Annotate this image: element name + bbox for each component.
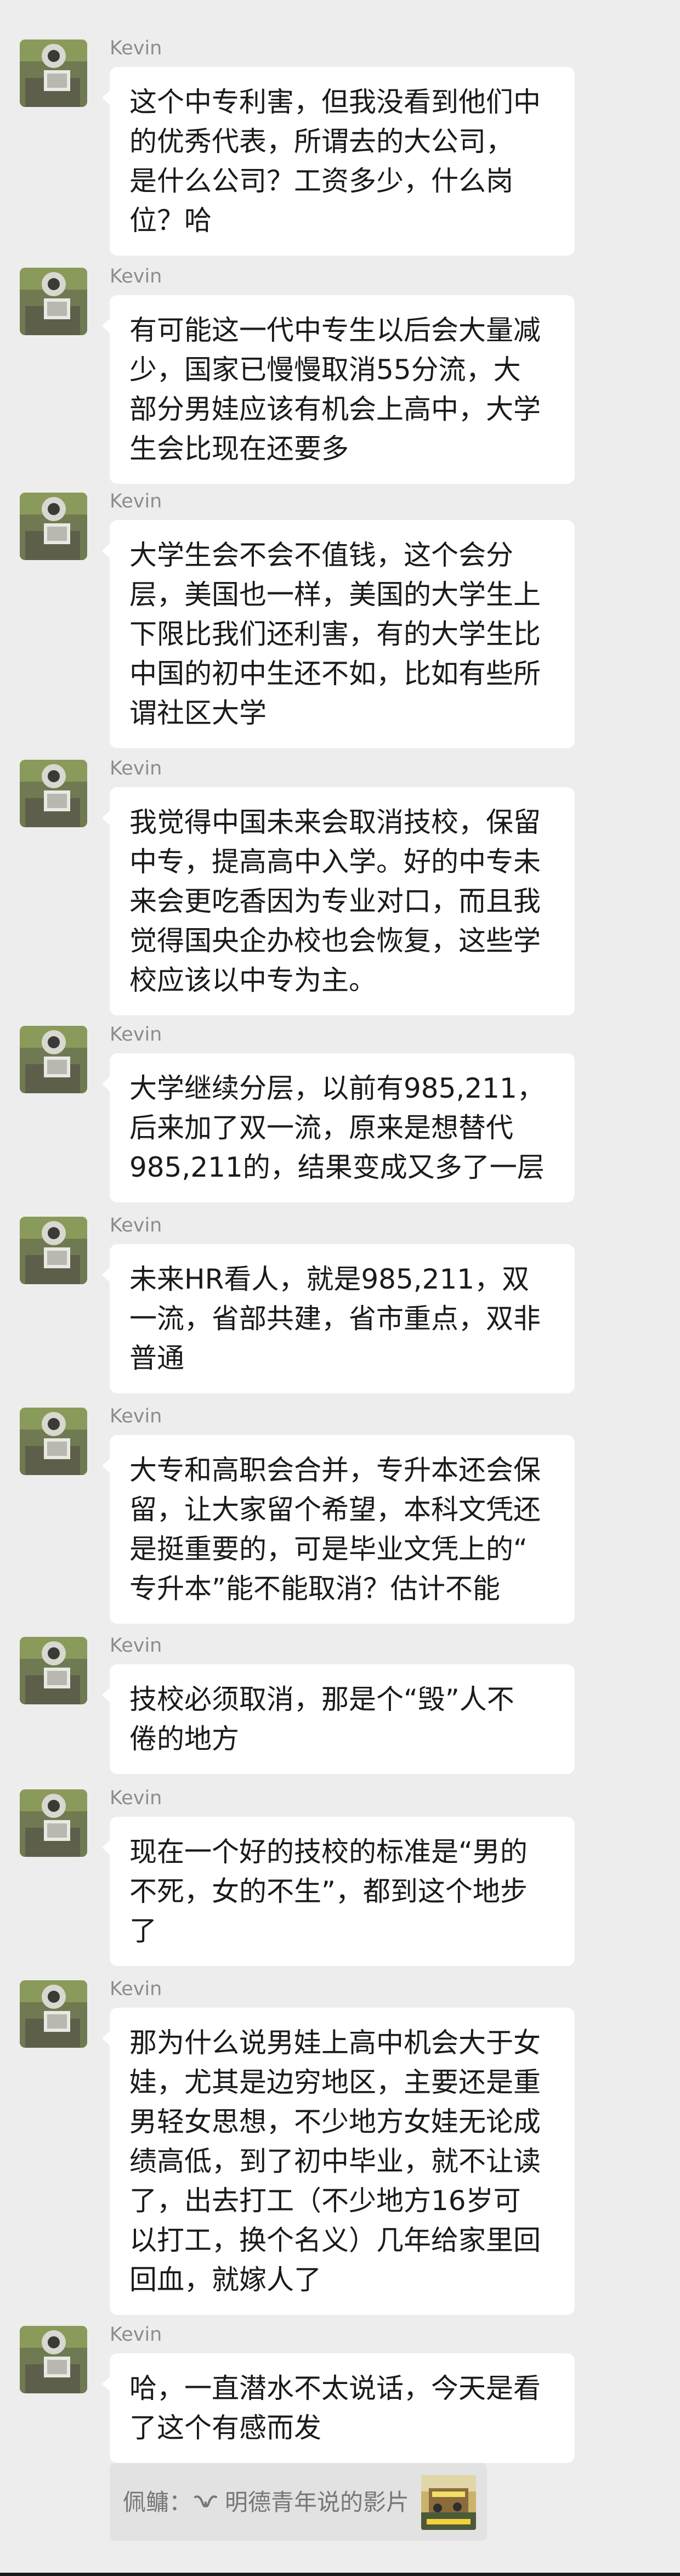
message-bubble[interactable]: 技校必须取消，那是个“毁”人不 倦的地方 xyxy=(102,1664,575,1774)
avatar[interactable] xyxy=(20,1980,87,2048)
sender-name: Kevin xyxy=(110,1214,162,1236)
avatar[interactable] xyxy=(20,1217,87,1284)
message-bubble[interactable]: 大学生会不会不值钱，这个会分 层，美国也一样，美国的大学生上 下限比我们还利害，… xyxy=(102,520,575,748)
sender-name: Kevin xyxy=(110,1635,162,1657)
message-bubble[interactable]: 这个中专利害，但我没看到他们中 的优秀代表，所谓去的大公司， 是什么公司？工资多… xyxy=(102,67,575,256)
sender-name: Kevin xyxy=(110,1978,162,2000)
sender-name: Kevin xyxy=(110,1405,162,1427)
message-bubble[interactable]: 我觉得中国未来会取消技校，保留 中专，提高高中入学。好的中专未 来会更吃香因为专… xyxy=(102,787,575,1015)
avatar[interactable] xyxy=(20,1637,87,1704)
sender-name: Kevin xyxy=(110,265,162,287)
sender-name: Kevin xyxy=(110,2324,162,2346)
avatar[interactable] xyxy=(20,1026,87,1093)
avatar[interactable] xyxy=(20,2326,87,2393)
avatar[interactable] xyxy=(20,1789,87,1857)
message-bubble[interactable]: 哈，一直潜水不太说话，今天是看 了这个有感而发 xyxy=(102,2353,575,2463)
message-bubble[interactable]: 未来HR看人，就是985,211，双 一流，省部共建，省市重点，双非 普通 xyxy=(102,1244,575,1393)
avatar[interactable] xyxy=(20,1408,87,1475)
video-thumbnail[interactable] xyxy=(421,2475,476,2530)
avatar[interactable] xyxy=(20,760,87,827)
avatar[interactable] xyxy=(20,39,87,107)
avatar[interactable] xyxy=(20,493,87,560)
message-bubble[interactable]: 现在一个好的技校的标准是“男的 不死，女的不生”，都到这个地步 了 xyxy=(102,1817,575,1966)
wechat-channels-icon xyxy=(193,2492,218,2513)
sender-name: Kevin xyxy=(110,758,162,779)
quote-sender: 佩鳙： xyxy=(123,2489,192,2516)
message-bubble[interactable]: 那为什么说男娃上高中机会大于女 娃，尤其是边穷地区，主要还是重 男轻女思想，不少… xyxy=(102,2008,575,2315)
bottom-border xyxy=(0,2573,680,2576)
message-bubble[interactable]: 大学继续分层，以前有985,211， 后来加了双一流，原来是想替代 985,21… xyxy=(102,1053,575,1202)
avatar[interactable] xyxy=(20,268,87,335)
quote-title: 明德青年说的影片 xyxy=(225,2489,410,2516)
chat-history: Kevin 这个中专利害，但我没看到他们中 的优秀代表，所谓去的大公司， 是什么… xyxy=(0,0,680,2576)
sender-name: Kevin xyxy=(110,490,162,512)
quoted-message[interactable]: 佩鳙： 明德青年说的影片 xyxy=(110,2463,487,2541)
sender-name: Kevin xyxy=(110,1787,162,1809)
sender-name: Kevin xyxy=(110,37,162,59)
message-bubble[interactable]: 有可能这一代中专生以后会大量减 少，国家已慢慢取消55分流，大 部分男娃应该有机… xyxy=(102,295,575,484)
message-bubble[interactable]: 大专和高职会合并，专升本还会保 留，让大家留个希望，本科文凭还 是挺重要的，可是… xyxy=(102,1435,575,1624)
sender-name: Kevin xyxy=(110,1024,162,1046)
